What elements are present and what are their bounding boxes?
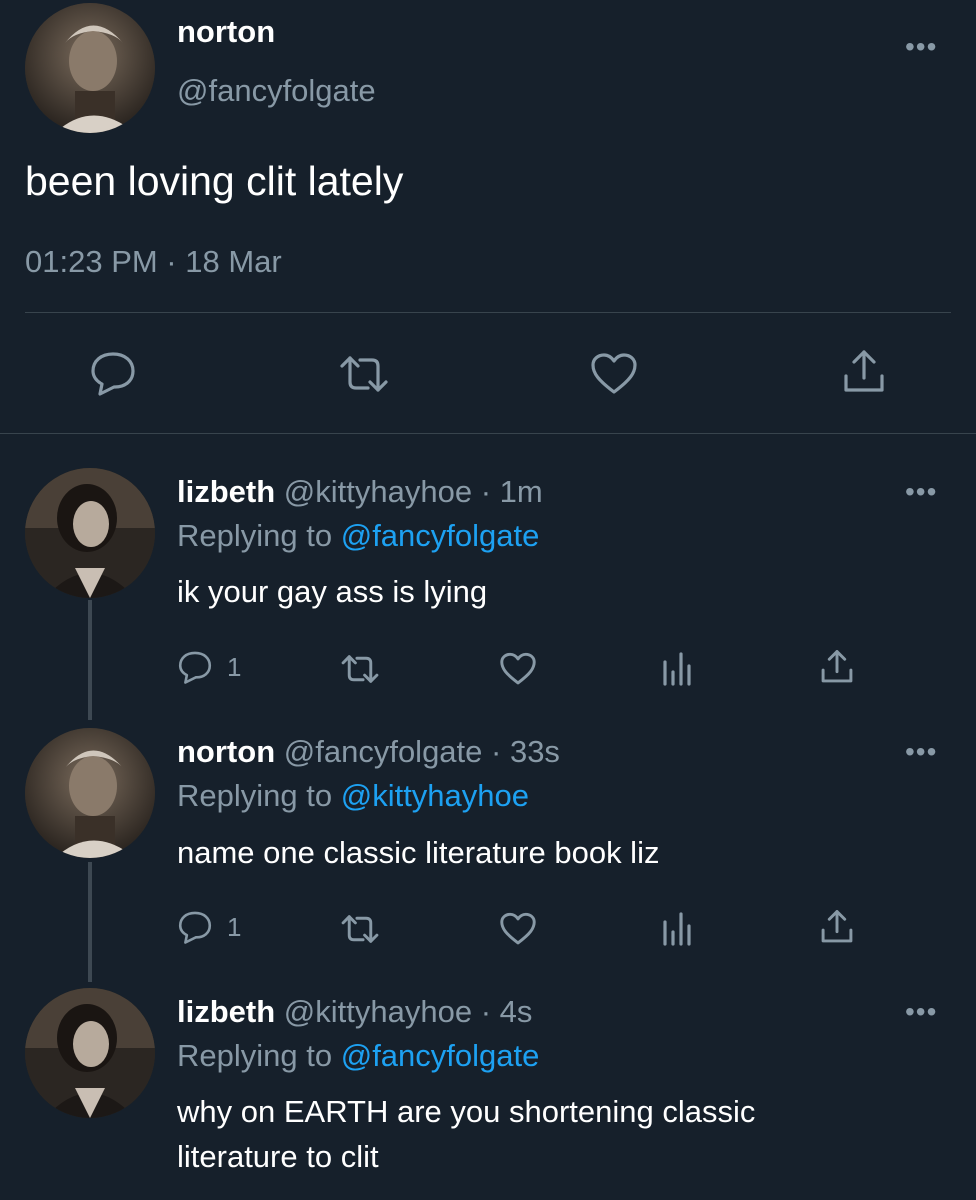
retweet-icon[interactable] bbox=[340, 652, 380, 686]
reply-icon[interactable] bbox=[178, 910, 212, 944]
replying-to-link[interactable]: @kittyhayhoe bbox=[341, 778, 529, 813]
replying-to-link[interactable]: @fancyfolgate bbox=[341, 518, 540, 553]
avatar-norton[interactable] bbox=[25, 3, 155, 133]
avatar-lizbeth[interactable] bbox=[25, 468, 155, 598]
reply-display-name[interactable]: lizbeth bbox=[177, 474, 275, 509]
share-icon[interactable] bbox=[842, 348, 886, 396]
analytics-icon[interactable] bbox=[661, 910, 693, 946]
reply-count: 1 bbox=[227, 652, 242, 682]
replying-to-label: Replying to bbox=[177, 518, 333, 553]
main-handle[interactable]: @fancyfolgate bbox=[177, 73, 376, 109]
main-timestamp: 01:23 PM · 18 Mar bbox=[25, 244, 282, 279]
replying-to-label: Replying to bbox=[177, 778, 333, 813]
main-tweet-text: been loving clit lately bbox=[25, 158, 404, 204]
reply-text-line-1: why on EARTH are you shortening classic bbox=[177, 1094, 756, 1129]
share-icon[interactable] bbox=[820, 648, 854, 686]
reply-text-line-2: literature to clit bbox=[177, 1139, 379, 1174]
like-icon[interactable] bbox=[590, 352, 638, 396]
more-options-icon[interactable]: ••• bbox=[905, 998, 937, 1026]
thread-line bbox=[88, 600, 92, 720]
reply-icon[interactable] bbox=[178, 650, 212, 684]
section-divider bbox=[0, 433, 976, 434]
avatar-norton[interactable] bbox=[25, 728, 155, 858]
retweet-icon[interactable] bbox=[340, 912, 380, 946]
thread-line bbox=[88, 862, 92, 982]
retweet-icon[interactable] bbox=[338, 352, 390, 396]
reply-meta[interactable]: @kittyhayhoe · 1m bbox=[284, 474, 543, 509]
like-icon[interactable] bbox=[499, 652, 537, 686]
more-options-icon[interactable]: ••• bbox=[905, 478, 937, 506]
more-options-icon[interactable]: ••• bbox=[905, 738, 937, 766]
reply-display-name[interactable]: lizbeth bbox=[177, 994, 275, 1029]
replying-to-label: Replying to bbox=[177, 1038, 333, 1073]
reply-count: 1 bbox=[227, 912, 242, 942]
reply-text: ik your gay ass is lying bbox=[177, 574, 488, 609]
like-icon[interactable] bbox=[499, 912, 537, 946]
reply-meta[interactable]: @fancyfolgate · 33s bbox=[284, 734, 560, 769]
reply-text: name one classic literature book liz bbox=[177, 835, 660, 870]
replying-to-link[interactable]: @fancyfolgate bbox=[341, 1038, 540, 1073]
reply-icon[interactable] bbox=[90, 350, 136, 396]
reply-display-name[interactable]: norton bbox=[177, 734, 275, 769]
more-options-icon[interactable]: ••• bbox=[905, 33, 937, 61]
share-icon[interactable] bbox=[820, 908, 854, 946]
analytics-icon[interactable] bbox=[661, 650, 693, 686]
avatar-lizbeth[interactable] bbox=[25, 988, 155, 1118]
main-display-name[interactable]: norton bbox=[177, 14, 275, 50]
divider bbox=[25, 312, 951, 313]
reply-meta[interactable]: @kittyhayhoe · 4s bbox=[284, 994, 533, 1029]
